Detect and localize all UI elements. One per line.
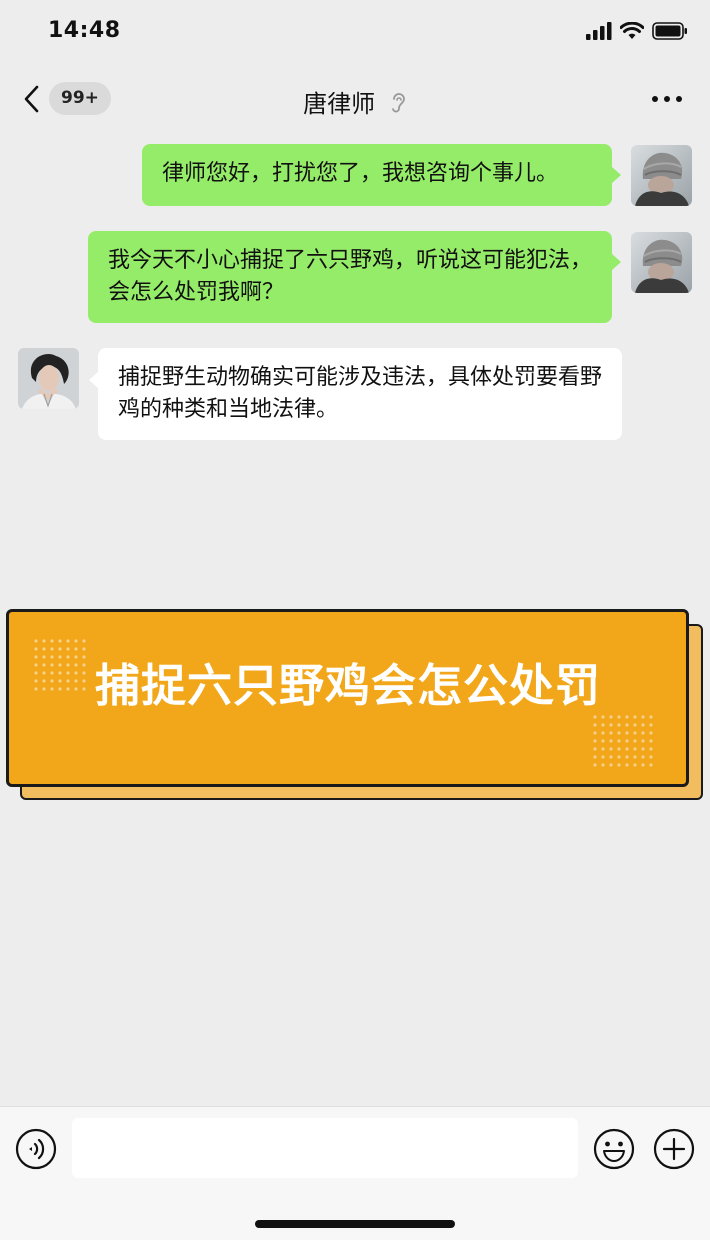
message-bubble-sent[interactable]: 律师您好，打扰您了，我想咨询个事儿。 [142,144,612,206]
lawyer-avatar[interactable] [18,348,79,409]
message-row-sent: 律师您好，打扰您了，我想咨询个事儿。 [0,132,710,212]
message-text: 我今天不小心捕捉了六只野鸡，听说这可能犯法，会怎么处罚我啊？ [108,248,593,305]
voice-input-button[interactable] [14,1127,58,1171]
more-options-button[interactable] [650,93,684,105]
battery-icon [652,22,687,40]
message-text: 捕捉野生动物确实可能涉及违法，具体处罚要看野鸡的种类和当地法律。 [118,365,603,422]
status-bar: 14:48 [0,0,710,66]
message-bubble-received[interactable]: 捕捉野生动物确实可能涉及违法，具体处罚要看野鸡的种类和当地法律。 [98,348,622,440]
my-avatar[interactable] [631,145,692,206]
chat-title: 唐律师 [303,90,376,118]
message-row-received: 捕捉野生动物确实可能涉及违法，具体处罚要看野鸡的种类和当地法律。 [0,342,710,452]
status-time: 14:48 [48,18,121,43]
nav-bar: 99+ 唐律师 [0,66,710,132]
status-icons [586,22,688,40]
decorative-dots [34,639,86,691]
decorative-dots [593,715,653,767]
wifi-icon [620,22,644,39]
bubble-tail [89,372,98,388]
emoji-button[interactable] [592,1127,636,1171]
message-bubble-sent[interactable]: 我今天不小心捕捉了六只野鸡，听说这可能犯法，会怎么处罚我啊？ [88,231,612,323]
chat-title-area: 唐律师 [0,84,710,119]
banner-title: 捕捉六只野鸡会怎公处罚 [95,659,602,712]
bubble-tail [612,167,621,183]
home-indicator [255,1220,455,1228]
title-banner: 捕捉六只野鸡会怎公处罚 [6,609,689,787]
message-text: 律师您好，打扰您了，我想咨询个事儿。 [162,161,559,186]
earpiece-mode-icon [391,92,405,112]
more-actions-plus-button[interactable] [652,1127,696,1171]
message-input-bar [0,1106,710,1240]
message-row-sent: 我今天不小心捕捉了六只野鸡，听说这可能犯法，会怎么处罚我啊？ [0,222,710,332]
signal-icon [586,22,612,40]
message-text-input[interactable] [72,1118,578,1178]
my-avatar[interactable] [631,232,692,293]
bubble-tail [612,254,621,270]
